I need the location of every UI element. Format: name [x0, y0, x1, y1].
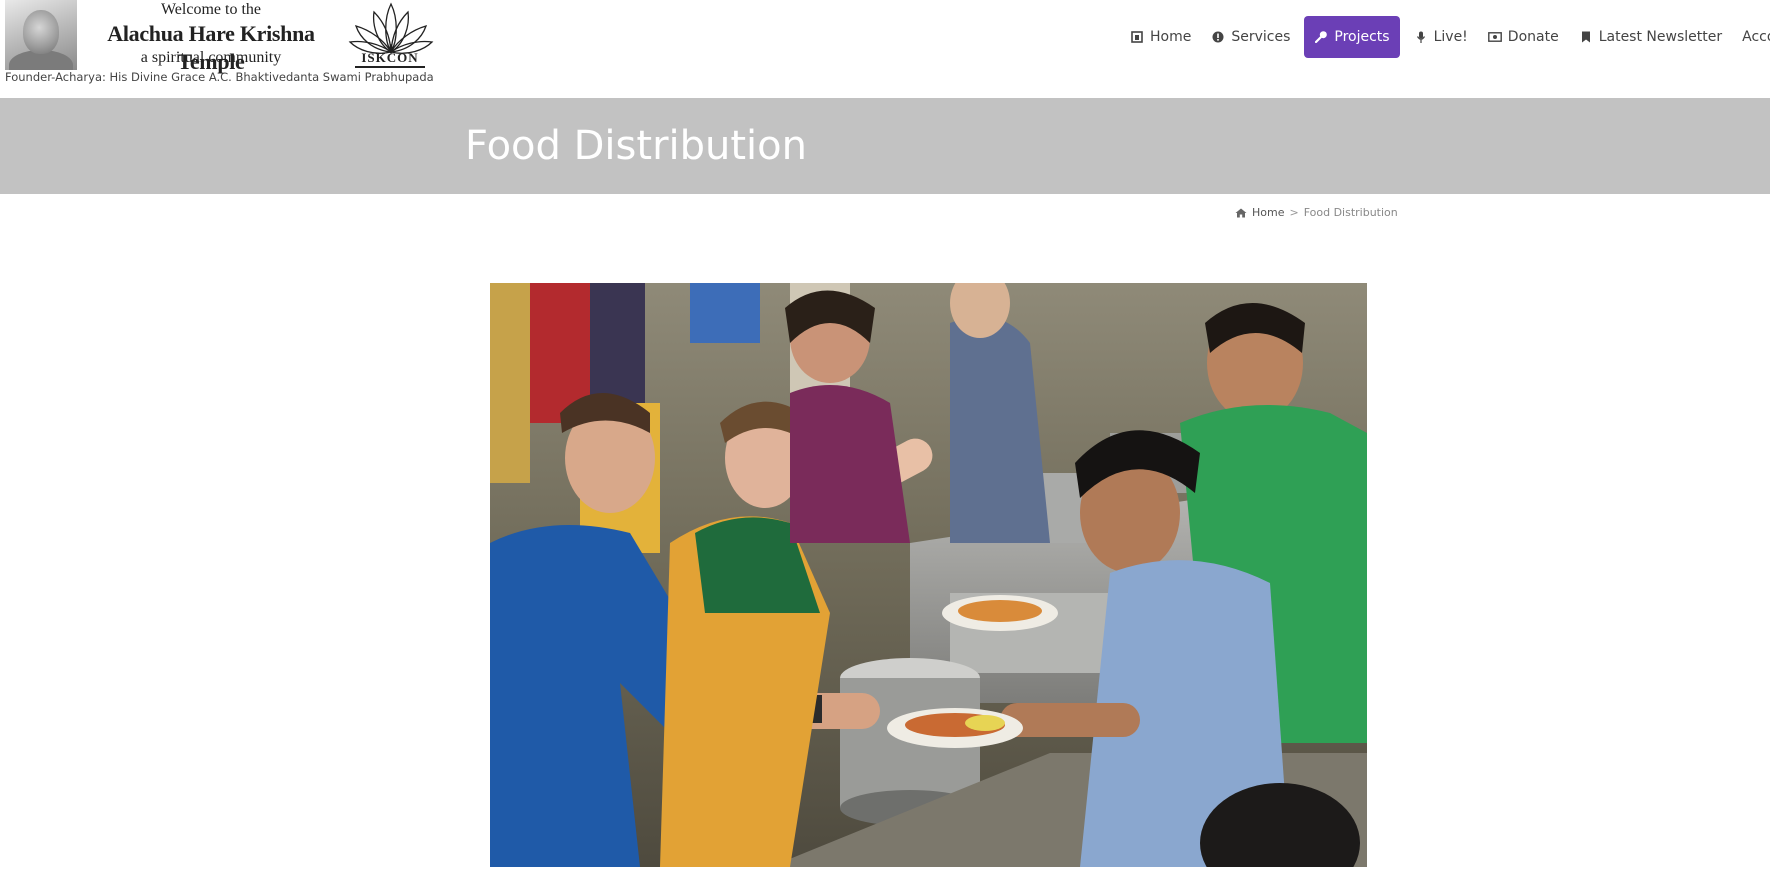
nav-item-services[interactable]: Services [1201, 16, 1300, 58]
nav-item-newsletter[interactable]: Latest Newsletter [1569, 16, 1732, 58]
info-circle-icon [1211, 30, 1225, 44]
iskcon-wordmark: ISKCON [355, 50, 425, 68]
nav-label-donate: Donate [1507, 29, 1559, 45]
page-title-banner: Food Distribution [0, 98, 1770, 194]
founder-portrait [5, 0, 77, 70]
nav-item-home[interactable]: Home [1120, 16, 1201, 58]
wrench-icon [1314, 30, 1328, 44]
nav-item-accommodations[interactable]: Accommodatio [1732, 16, 1770, 58]
nav-label-newsletter: Latest Newsletter [1598, 29, 1723, 45]
nav-label-live: Live! [1433, 29, 1468, 45]
money-icon [1487, 30, 1502, 44]
nav-label-accommodations: Accommodatio [1742, 29, 1770, 45]
page-title: Food Distribution [465, 123, 807, 169]
food-distribution-photo [490, 283, 1367, 867]
founder-acharya-text: Founder-Acharya: His Divine Grace A.C. B… [5, 70, 434, 84]
breadcrumb-separator: > [1289, 206, 1299, 219]
nav-label-projects: Projects [1334, 29, 1390, 45]
nav-item-live[interactable]: Live! [1404, 16, 1478, 58]
breadcrumb-home-link[interactable]: Home [1235, 206, 1284, 219]
breadcrumb-current: Food Distribution [1303, 206, 1398, 219]
main-navigation: Home Services Projects Live! Donate Late… [1120, 16, 1770, 58]
bookmark-icon [1579, 30, 1593, 44]
nav-item-projects[interactable]: Projects [1304, 16, 1400, 58]
nav-item-donate[interactable]: Donate [1478, 16, 1569, 58]
nav-label-home: Home [1150, 29, 1192, 45]
home-icon [1235, 208, 1247, 218]
breadcrumb-home-label: Home [1252, 206, 1285, 219]
logo-welcome-text: Welcome to the [160, 1, 261, 18]
site-header: Welcome to the Alachua Hare Krishna Temp… [0, 0, 1770, 98]
logo-tagline: a spiritual community [140, 49, 282, 66]
home-icon [1130, 30, 1144, 44]
nav-label-services: Services [1231, 29, 1291, 45]
microphone-icon [1414, 30, 1428, 44]
breadcrumb: Home > Food Distribution [1235, 206, 1398, 219]
